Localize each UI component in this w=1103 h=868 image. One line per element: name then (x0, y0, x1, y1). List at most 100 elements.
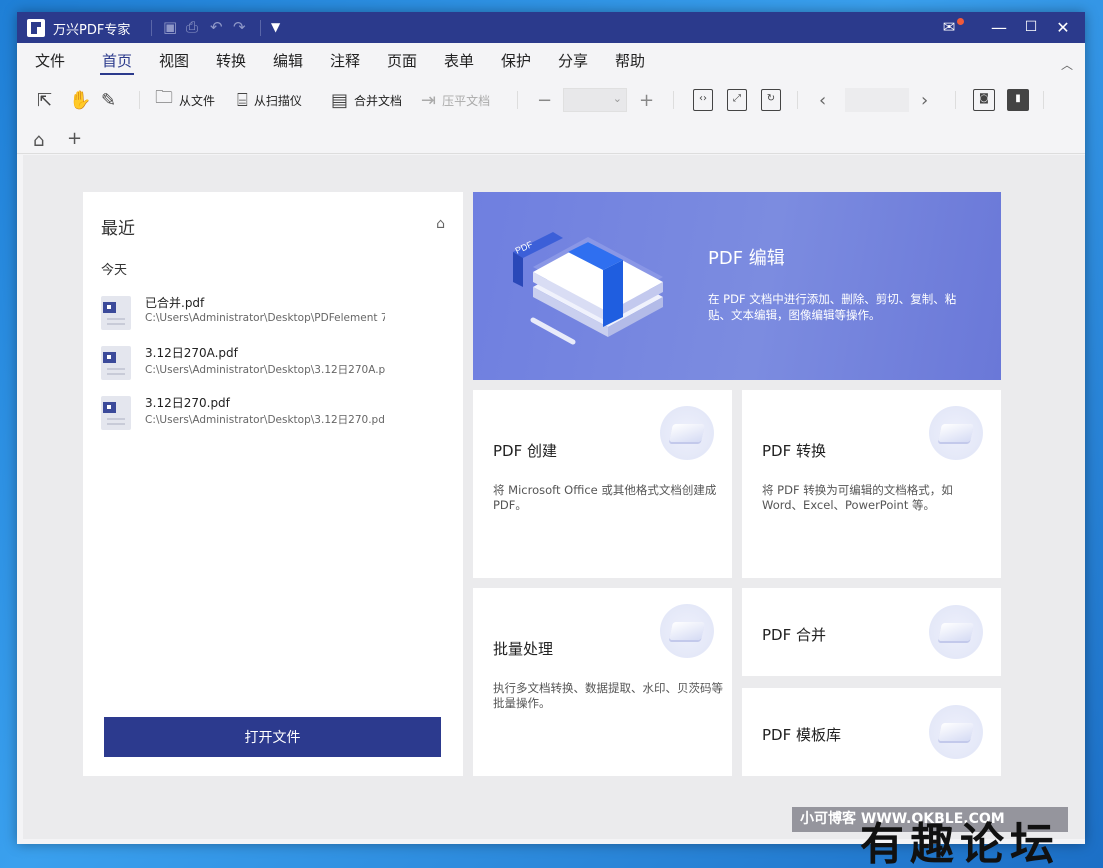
from-scanner-button[interactable]: ⌸ 从扫描仪 (237, 86, 302, 114)
pdf-file-icon (101, 396, 131, 430)
pdf-edit-card[interactable]: PDF PDF 编辑 在 PDF 文档中进行添加、删除、剪切、复制、粘贴、文本编… (473, 192, 1001, 380)
menu-form[interactable]: 表单 (444, 50, 474, 71)
toolbar-separator (517, 91, 518, 109)
file-name: 3.12日270.pdf (145, 396, 230, 410)
scanner-icon: ⌸ (237, 89, 248, 111)
file-path: C:\Users\Administrator\Desktop\PDFelemen… (145, 312, 385, 324)
redo-icon[interactable]: ↷ (233, 19, 246, 36)
edit-icon: ✎ (101, 89, 117, 111)
menu-help[interactable]: 帮助 (615, 50, 645, 71)
zoom-in-button[interactable]: + (639, 86, 654, 114)
merge-illustration-icon (929, 605, 983, 659)
pdf-file-icon (101, 296, 131, 330)
flatten-docs-label: 压平文档 (442, 93, 491, 108)
menu-comment[interactable]: 注释 (330, 50, 360, 71)
clear-history-icon[interactable]: ⌂ (436, 216, 445, 232)
menu-view[interactable]: 视图 (159, 50, 189, 71)
screenshot-icon[interactable]: ◙ (973, 89, 995, 111)
flatten-docs-button[interactable]: ⇥ 压平文档 (421, 86, 490, 114)
pdf-create-title: PDF 创建 (493, 442, 557, 460)
zoom-select[interactable]: ⌄ (563, 88, 627, 112)
file-path: C:\Users\Administrator\Desktop\3.12日270.… (145, 414, 385, 426)
fit-width-icon[interactable]: ‹› (693, 89, 713, 111)
title-separator (151, 20, 152, 36)
recent-file-item[interactable]: 已合并.pdf C:\Users\Administrator\Desktop\P… (101, 294, 451, 334)
pdf-convert-description: 将 PDF 转换为可编辑的文档格式，如 Word、Excel、PowerPoin… (762, 483, 953, 512)
toolbar: ⇱ ✋ ✎ 🗀 从文件 ⌸ 从扫描仪 ▤ 合并文档 ⇥ 压平文档 − ⌄ + ‹… (17, 86, 1085, 114)
select-tool[interactable]: ⇱ (37, 86, 52, 114)
bookmark-panel-icon[interactable]: ▮ (1007, 89, 1029, 111)
title-bar: 万兴PDF专家 ▣ ⎙ ↶ ↷ ▼ ✉ — ☐ ✕ (17, 12, 1085, 43)
pdf-file-icon (101, 346, 131, 380)
minus-icon: − (537, 89, 553, 111)
open-file-button[interactable]: 打开文件 (104, 717, 441, 757)
batch-process-card[interactable]: 批量处理 执行多文档转换、数据提取、水印、贝茨码等批量操作。 (473, 588, 732, 776)
home-icon[interactable]: ⌂ (33, 130, 44, 151)
toolbar-separator (139, 91, 140, 109)
file-name: 已合并.pdf (145, 296, 205, 310)
print-icon[interactable]: ⎙ (186, 19, 198, 36)
folder-add-icon: 🗀 (155, 87, 173, 108)
menu-bar: 文件 首页 视图 转换 编辑 注释 页面 表单 保护 分享 帮助 (17, 50, 1085, 76)
pdf-edit-title: PDF 编辑 (708, 248, 785, 269)
from-file-label: 从文件 (179, 93, 216, 108)
undo-icon[interactable]: ↶ (210, 19, 223, 36)
watermark-logo-text: 有趣论坛 (860, 819, 1060, 868)
toolbar-separator (955, 91, 956, 109)
menu-share[interactable]: 分享 (558, 50, 588, 71)
pdf-templates-title: PDF 模板库 (762, 726, 841, 744)
maximize-icon[interactable]: ☐ (1015, 15, 1047, 40)
title-separator (260, 20, 261, 36)
chevron-right-icon: › (921, 89, 929, 111)
menu-convert[interactable]: 转换 (216, 50, 246, 71)
flatten-icon: ⇥ (421, 89, 437, 111)
save-icon[interactable]: ▣ (163, 19, 177, 36)
from-file-button[interactable]: 🗀 从文件 (155, 86, 215, 114)
file-name: 3.12日270A.pdf (145, 346, 238, 360)
batch-process-description: 执行多文档转换、数据提取、水印、贝茨码等批量操作。 (493, 681, 723, 710)
hand-icon: ✋ (69, 89, 92, 111)
page-number-input[interactable] (845, 88, 909, 112)
pdf-convert-title: PDF 转换 (762, 442, 826, 460)
pdf-merge-card[interactable]: PDF 合并 (742, 588, 1001, 676)
menu-edit[interactable]: 编辑 (273, 50, 303, 71)
pdf-templates-card[interactable]: PDF 模板库 (742, 688, 1001, 776)
zoom-out-button[interactable]: − (537, 86, 552, 114)
menu-protect[interactable]: 保护 (501, 50, 531, 71)
close-icon[interactable]: ✕ (1047, 15, 1079, 40)
toolbar-separator (673, 91, 674, 109)
batch-illustration-icon (660, 604, 714, 658)
pdf-merge-title: PDF 合并 (762, 626, 826, 644)
chevron-down-icon: ⌄ (612, 92, 622, 105)
customize-dropdown-icon[interactable]: ▼ (271, 19, 280, 36)
next-page-button[interactable]: › (921, 86, 928, 114)
minimize-icon[interactable]: — (983, 15, 1015, 40)
app-logo-icon (27, 19, 45, 37)
pdf-create-card[interactable]: PDF 创建 将 Microsoft Office 或其他格式文档创建成 PDF… (473, 390, 732, 578)
recent-file-item[interactable]: 3.12日270A.pdf C:\Users\Administrator\Des… (101, 344, 451, 384)
menu-page[interactable]: 页面 (387, 50, 417, 71)
home-content: 最近 ⌂ 今天 已合并.pdf C:\Users\Administrator\D… (23, 155, 1085, 839)
pdf-create-description: 将 Microsoft Office 或其他格式文档创建成 PDF。 (493, 483, 717, 512)
toolbar-separator (797, 91, 798, 109)
tab-bar: ⌂ + (17, 126, 1085, 154)
prev-page-button[interactable]: ‹ (819, 86, 826, 114)
merge-docs-button[interactable]: ▤ 合并文档 (331, 86, 402, 114)
edit-tool[interactable]: ✎ (101, 86, 116, 114)
plus-icon: + (639, 89, 655, 111)
rotate-icon[interactable]: ↻ (761, 89, 781, 111)
add-tab-icon[interactable]: + (67, 128, 82, 149)
app-window: 万兴PDF专家 ▣ ⎙ ↶ ↷ ▼ ✉ — ☐ ✕ 文件 首页 视图 转换 编辑… (17, 12, 1085, 844)
notification-dot (957, 18, 964, 25)
menu-file[interactable]: 文件 (35, 50, 65, 71)
recent-file-item[interactable]: 3.12日270.pdf C:\Users\Administrator\Desk… (101, 394, 451, 434)
menu-home[interactable]: 首页 (99, 50, 135, 75)
from-scanner-label: 从扫描仪 (253, 93, 302, 108)
batch-process-title: 批量处理 (493, 640, 554, 658)
pdf-convert-card[interactable]: PDF 转换 将 PDF 转换为可编辑的文档格式，如 Word、Excel、Po… (742, 390, 1001, 578)
hand-tool[interactable]: ✋ (69, 86, 91, 114)
cursor-icon: ⇱ (37, 89, 53, 111)
collapse-ribbon-icon[interactable]: ︿ (1061, 56, 1073, 73)
recent-panel: 最近 ⌂ 今天 已合并.pdf C:\Users\Administrator\D… (83, 192, 463, 776)
fit-page-icon[interactable]: ⤢ (727, 89, 747, 111)
